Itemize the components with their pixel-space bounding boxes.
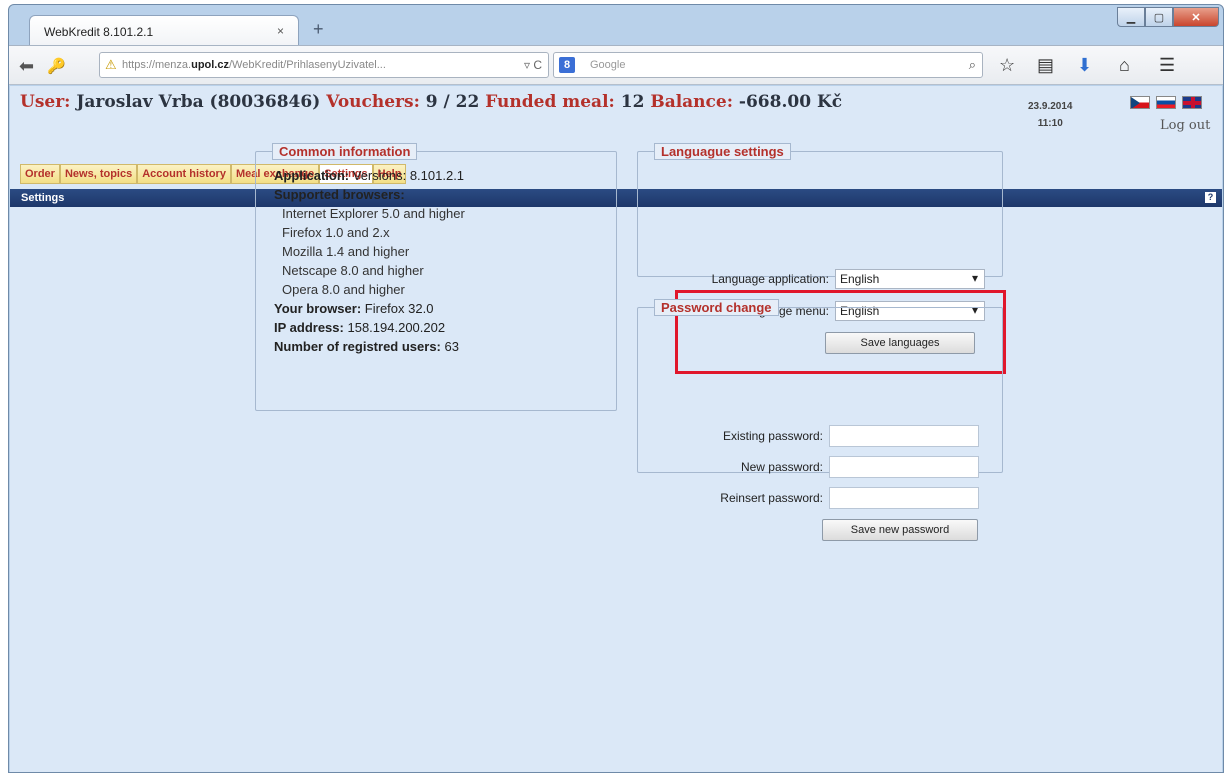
browser-tab[interactable]: WebKredit 8.101.2.1 ×: [29, 15, 299, 45]
language-application-select[interactable]: English: [835, 269, 985, 289]
menu-item-account-history[interactable]: Account history: [137, 164, 231, 184]
language-application-label: Language application:: [711, 272, 829, 286]
funded-value: 12: [620, 92, 645, 112]
date-time: 23.9.2014 11:10: [1028, 98, 1073, 132]
ip-address-label: IP address:: [274, 320, 344, 335]
language-flags: [1130, 96, 1202, 109]
save-new-password-button[interactable]: Save new password: [822, 519, 978, 541]
common-information-legend: Common information: [272, 143, 418, 160]
browser-window: WebKredit 8.101.2.1 × + ▁ ▢ ✕ ⬅ 🔑 ⚠ http…: [8, 4, 1224, 773]
application-label: Application:: [274, 168, 350, 183]
minimize-icon[interactable]: ▁: [1117, 7, 1145, 27]
registered-users-value: 63: [444, 339, 459, 354]
menu-item-order[interactable]: Order: [20, 164, 60, 184]
maximize-icon[interactable]: ▢: [1145, 7, 1173, 27]
url-prefix: https://menza.: [122, 59, 192, 71]
menu-icon[interactable]: ☰: [1159, 55, 1175, 76]
url-path: /WebKredit/PrihlasenyUzivatel...: [228, 59, 386, 71]
time: 11:10: [1037, 118, 1063, 129]
language-settings-legend: Languague settings: [654, 143, 791, 160]
balance-label: Balance:: [650, 92, 733, 112]
reinsert-password-field[interactable]: [829, 487, 979, 509]
search-placeholder: Google: [590, 59, 626, 71]
slovak-flag-icon[interactable]: [1156, 96, 1176, 109]
reinsert-password-row: Reinsert password:: [647, 487, 979, 509]
logout-link[interactable]: Log out: [1160, 118, 1210, 133]
back-icon[interactable]: ⬅: [19, 56, 34, 77]
browser-item: Opera 8.0 and higher: [282, 282, 405, 297]
new-password-label: New password:: [740, 460, 823, 474]
nav-bar: ⬅ 🔑 ⚠ https://menza.upol.cz/WebKredit/Pr…: [9, 45, 1223, 85]
menu-item-news[interactable]: News, topics: [59, 164, 138, 184]
language-settings-panel: Languague settings: [637, 143, 1003, 277]
browser-item: Firefox 1.0 and 2.x: [282, 225, 390, 240]
new-tab-button[interactable]: +: [313, 19, 324, 40]
warning-icon: ⚠: [105, 57, 117, 72]
browser-item: Mozilla 1.4 and higher: [282, 244, 410, 259]
url-domain: upol.cz: [191, 59, 229, 71]
title-bar: WebKredit 8.101.2.1 × + ▁ ▢ ✕: [9, 5, 1223, 45]
tab-title: WebKredit 8.101.2.1: [44, 25, 154, 39]
vouchers-value: 9 / 22: [425, 92, 480, 112]
search-input[interactable]: 8 Google ⌕: [553, 52, 983, 78]
supported-browsers-label: Supported browsers:: [274, 187, 405, 202]
date: 23.9.2014: [1028, 101, 1073, 112]
registered-users-label: Number of registred users:: [274, 339, 441, 354]
password-change-legend: Password change: [654, 299, 779, 316]
existing-password-field[interactable]: [829, 425, 979, 447]
existing-password-label: Existing password:: [722, 429, 823, 443]
google-icon[interactable]: 8: [559, 57, 575, 73]
your-browser-value: Firefox 32.0: [364, 301, 434, 316]
user-info: User: Jaroslav Vrba (80036846) Vouchers:…: [20, 92, 842, 112]
reinsert-password-label: Reinsert password:: [720, 491, 823, 505]
funded-label: Funded meal:: [485, 92, 615, 112]
user-label: User:: [20, 92, 71, 112]
browser-item: Internet Explorer 5.0 and higher: [282, 206, 465, 221]
ip-address-value: 158.194.200.202: [347, 320, 446, 335]
tab-close-icon[interactable]: ×: [277, 24, 284, 38]
key-icon: 🔑: [47, 58, 66, 75]
common-information-panel: Common information Application: Versions…: [255, 143, 617, 411]
browser-item: Netscape 8.0 and higher: [282, 263, 424, 278]
help-icon[interactable]: ?: [1205, 192, 1216, 203]
user-value: Jaroslav Vrba (80036846): [76, 92, 321, 112]
czech-flag-icon[interactable]: [1130, 96, 1150, 109]
english-flag-icon[interactable]: [1182, 96, 1202, 109]
reload-icon[interactable]: ▿ C: [524, 58, 542, 72]
balance-value: -668.00 Kč: [738, 92, 843, 112]
section-title: Settings: [21, 192, 65, 204]
language-application-value: English: [840, 272, 880, 286]
url-bar[interactable]: ⚠ https://menza.upol.cz/WebKredit/Prihla…: [99, 52, 549, 78]
vouchers-label: Vouchers:: [326, 92, 420, 112]
search-icon[interactable]: ⌕: [969, 57, 976, 73]
close-window-icon[interactable]: ✕: [1173, 7, 1219, 27]
new-password-row: New password:: [647, 456, 979, 478]
window-controls: ▁ ▢ ✕: [1117, 7, 1219, 27]
language-application-row: Language application: English: [647, 269, 985, 289]
star-icon[interactable]: ☆: [999, 55, 1015, 76]
existing-password-row: Existing password:: [647, 425, 979, 447]
reader-icon[interactable]: ▤: [1037, 55, 1054, 76]
your-browser-label: Your browser:: [274, 301, 362, 316]
download-icon[interactable]: ⬇: [1077, 55, 1092, 76]
home-icon[interactable]: ⌂: [1119, 55, 1130, 76]
application-value: Versions: 8.101.2.1: [352, 168, 465, 183]
new-password-field[interactable]: [829, 456, 979, 478]
